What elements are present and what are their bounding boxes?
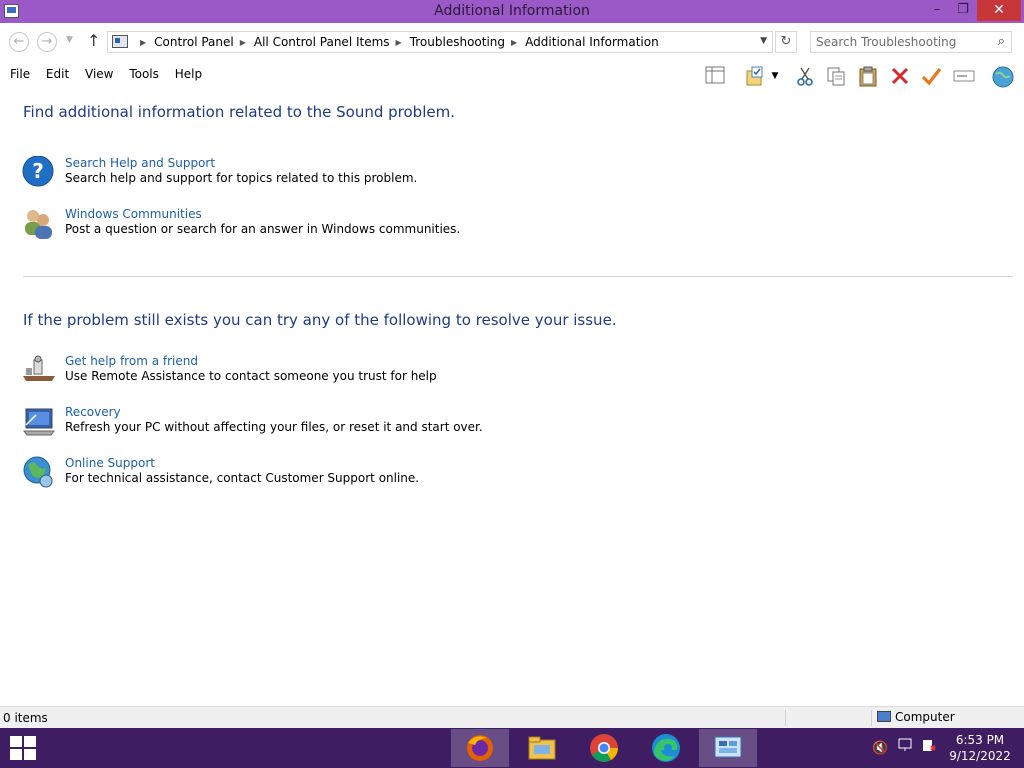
status-bar: 0 items Computer	[0, 706, 1024, 728]
control-panel-icon[interactable]	[699, 729, 757, 767]
up-button[interactable]: ↑	[87, 31, 100, 50]
edge-icon[interactable]	[637, 729, 695, 767]
search-icon[interactable]: ⌕	[998, 34, 1005, 49]
item-description: Use Remote Assistance to contact someone…	[65, 369, 437, 383]
clock[interactable]: 6:53 PM 9/12/2022	[945, 732, 1015, 764]
firefox-icon[interactable]	[451, 729, 509, 767]
section-heading-resolve-issue: If the problem still exists you can try …	[23, 311, 617, 329]
section-heading-additional-info: Find additional information related to t…	[23, 103, 455, 121]
windows-logo-icon	[10, 749, 22, 760]
breadcrumb-control-panel[interactable]: Control Panel	[154, 35, 234, 49]
menu-edit[interactable]: Edit	[46, 67, 69, 81]
delete-icon[interactable]	[889, 65, 911, 87]
menu-toolbar-row: File Edit View Tools Help ▼	[0, 60, 1024, 90]
item-description: For technical assistance, contact Custom…	[65, 471, 420, 485]
menu-help[interactable]: Help	[175, 67, 202, 81]
svg-text:?: ?	[32, 159, 44, 183]
breadcrumb-troubleshooting[interactable]: Troubleshooting	[410, 35, 505, 49]
address-bar[interactable]: ▶ Control Panel ▶ All Control Panel Items ▶ T…	[107, 31, 773, 53]
status-divider	[785, 710, 786, 726]
title-bar: Additional Information – ❐ ✕	[0, 0, 1024, 23]
list-item: ? Search Help and Support Search help an…	[22, 155, 622, 196]
file-explorer-icon[interactable]	[513, 729, 571, 767]
breadcrumb-separator[interactable]: ▶	[511, 38, 517, 47]
users-icon	[22, 207, 56, 241]
back-button[interactable]: ←	[9, 32, 29, 52]
item-description: Post a question or search for an answer …	[65, 222, 461, 236]
clock-time: 6:53 PM	[955, 733, 1005, 747]
minimize-button[interactable]: –	[925, 0, 949, 21]
restore-button[interactable]: ❐	[951, 0, 975, 21]
layout-icon[interactable]	[704, 65, 726, 87]
main-content: Find additional information related to t…	[0, 90, 1024, 704]
help-icon: ?	[22, 155, 56, 190]
breadcrumb-separator[interactable]: ▶	[240, 38, 246, 47]
breadcrumb-separator[interactable]: ▶	[140, 38, 146, 47]
list-item: Recovery Refresh your PC without affecti…	[22, 405, 622, 445]
recent-locations-dropdown[interactable]: ▼	[66, 35, 73, 45]
menu-view[interactable]: View	[85, 67, 113, 81]
breadcrumb: ▶ Control Panel ▶ All Control Panel Items ▶ T…	[134, 35, 659, 49]
volume-muted-icon[interactable]: 🔇	[872, 741, 888, 756]
list-item: Get help from a friend Use Remote Assist…	[22, 354, 622, 394]
clock-date: 9/12/2022	[949, 749, 1011, 763]
action-center-icon[interactable]	[922, 738, 936, 756]
recovery-link[interactable]: Recovery	[65, 405, 121, 419]
system-tray: 🔇	[872, 738, 942, 756]
recovery-icon	[22, 405, 56, 439]
control-panel-icon	[112, 35, 128, 48]
paste-icon[interactable]	[857, 65, 879, 87]
computer-icon	[877, 711, 891, 722]
taskbar: 🔇 6:53 PM 9/12/2022	[0, 728, 1024, 768]
windows-logo-icon	[24, 736, 36, 747]
item-description: Search help and support for topics relat…	[65, 171, 418, 185]
breadcrumb-additional-information[interactable]: Additional Information	[525, 35, 659, 49]
search-input[interactable]	[811, 32, 981, 52]
search-box[interactable]: ⌕	[810, 31, 1012, 53]
section-divider	[23, 276, 1013, 277]
rename-icon[interactable]	[952, 65, 975, 87]
location-label: Computer	[895, 710, 955, 724]
globe-icon[interactable]	[991, 65, 1014, 88]
window-title: Additional Information	[434, 3, 590, 19]
windows-logo-icon	[24, 749, 36, 760]
list-item: Windows Communities Post a question or s…	[22, 207, 622, 247]
copy-icon[interactable]	[825, 65, 847, 87]
breadcrumb-separator[interactable]: ▶	[396, 38, 402, 47]
windows-logo-icon	[10, 736, 22, 747]
navigation-bar: ← → ▼ ↑ ▶ Control Panel ▶ All Control Panel…	[0, 23, 1024, 60]
remote-assistance-icon	[22, 354, 56, 388]
search-help-and-support-link[interactable]: Search Help and Support	[65, 156, 215, 170]
start-button[interactable]	[10, 736, 36, 761]
location-indicator: Computer	[877, 710, 955, 724]
menu-bar: File Edit View Tools Help	[0, 67, 204, 81]
menu-file[interactable]: File	[10, 67, 30, 81]
online-support-icon	[22, 456, 56, 490]
list-item: Online Support For technical assistance,…	[22, 456, 622, 496]
item-description: Refresh your PC without affecting your f…	[65, 420, 483, 434]
menu-tools[interactable]: Tools	[129, 67, 159, 81]
online-support-link[interactable]: Online Support	[65, 456, 155, 470]
forward-button[interactable]: →	[37, 32, 57, 52]
breadcrumb-all-items[interactable]: All Control Panel Items	[254, 35, 390, 49]
properties-dropdown-icon[interactable]: ▼	[770, 65, 780, 87]
item-count: 0 items	[3, 711, 48, 725]
get-help-from-friend-link[interactable]: Get help from a friend	[65, 354, 198, 368]
network-icon[interactable]	[898, 738, 912, 756]
properties-icon[interactable]	[744, 65, 766, 87]
status-divider	[871, 710, 872, 726]
refresh-button[interactable]: ↻	[775, 31, 797, 53]
windows-communities-link[interactable]: Windows Communities	[65, 207, 202, 221]
address-dropdown-icon[interactable]: ▼	[760, 36, 767, 46]
close-button[interactable]: ✕	[977, 0, 1021, 21]
chrome-icon[interactable]	[575, 729, 633, 767]
checkmark-icon[interactable]	[920, 65, 942, 87]
cut-icon[interactable]	[794, 65, 816, 87]
